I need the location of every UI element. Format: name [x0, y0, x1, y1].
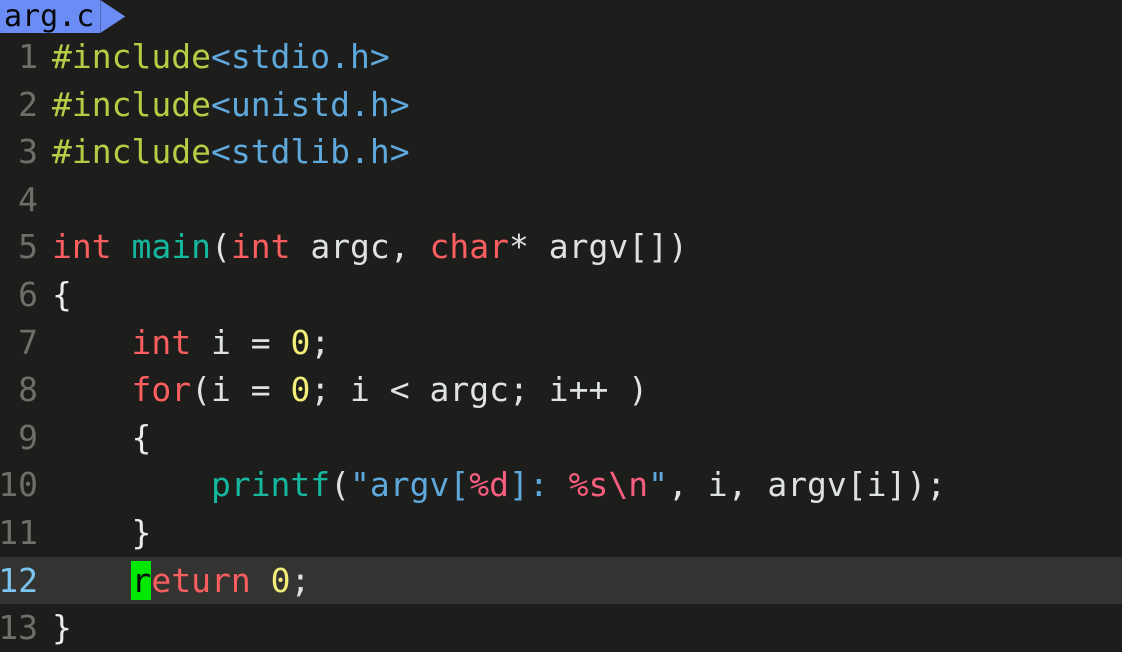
tab-arrow-icon — [100, 0, 126, 33]
line-number: 7 — [18, 322, 38, 362]
code-line-current[interactable]: 12 return 0; — [0, 556, 1122, 605]
tab-body[interactable]: arg.c — [0, 0, 101, 34]
code-line[interactable]: 5 int main(int argc, char* argv[]) — [0, 223, 1122, 271]
line-content[interactable]: } — [38, 509, 151, 557]
line-content[interactable]: } — [38, 604, 72, 652]
line-number: 1 — [18, 37, 38, 76]
line-content[interactable]: #include<stdlib.h> — [38, 128, 410, 176]
line-content[interactable]: int i = 0; — [38, 319, 330, 367]
code-line[interactable]: 10 printf("argv[%d]: %s\n", i, argv[i]); — [0, 461, 1122, 509]
line-content[interactable]: { — [38, 271, 72, 319]
code-line[interactable]: 9 { — [0, 414, 1122, 462]
line-content[interactable]: for(i = 0; i < argc; i++ ) — [38, 366, 648, 414]
code-buffer[interactable]: 1 #include<stdio.h> 2 #include<unistd.h>… — [0, 33, 1122, 652]
tab-label: arg.c — [4, 0, 95, 34]
code-line[interactable]: 13 } — [0, 604, 1122, 652]
line-content[interactable]: int main(int argc, char* argv[]) — [38, 223, 688, 271]
code-line[interactable]: 11 } — [0, 509, 1122, 557]
line-content[interactable]: printf("argv[%d]: %s\n", i, argv[i]); — [38, 461, 946, 509]
line-content[interactable]: #include<unistd.h> — [38, 81, 410, 129]
line-number: 8 — [18, 370, 38, 410]
tabline: arg.c — [0, 0, 1122, 33]
block-cursor: r — [131, 560, 152, 600]
code-line[interactable]: 6 { — [0, 271, 1122, 319]
line-number: 3 — [18, 132, 38, 172]
line-content[interactable] — [38, 176, 72, 224]
code-line[interactable]: 3 #include<stdlib.h> — [0, 128, 1122, 176]
line-number: 6 — [18, 274, 38, 314]
line-number: 11 — [0, 512, 38, 552]
code-line[interactable]: 2 #include<unistd.h> — [0, 81, 1122, 129]
line-number: 4 — [18, 179, 38, 219]
code-line[interactable]: 8 for(i = 0; i < argc; i++ ) — [0, 366, 1122, 414]
line-content[interactable]: #include<stdio.h> — [38, 33, 390, 81]
tab-arg-c[interactable]: arg.c — [0, 0, 126, 34]
editor-window: arg.c 1 #include<stdio.h> 2 #include<uni… — [0, 0, 1122, 652]
code-line[interactable]: 1 #include<stdio.h> — [0, 33, 1122, 81]
line-content[interactable]: { — [38, 414, 151, 462]
code-line[interactable]: 7 int i = 0; — [0, 319, 1122, 367]
code-line[interactable]: 4 — [0, 176, 1122, 224]
line-number: 10 — [0, 465, 38, 505]
line-number: 9 — [18, 417, 38, 457]
line-number: 13 — [0, 608, 38, 648]
line-number: 2 — [18, 84, 38, 124]
line-number-current: 12 — [0, 560, 38, 600]
line-content[interactable]: return 0; — [38, 557, 310, 605]
line-number: 5 — [18, 227, 38, 267]
